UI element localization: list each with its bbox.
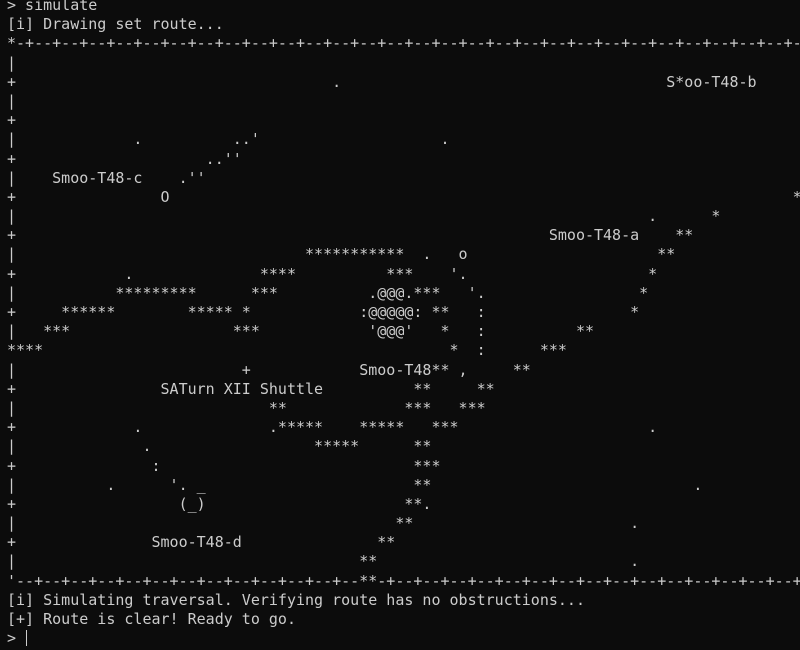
route-map: *-+--+--+--+--+--+--+--+--+--+--+--+--+-… xyxy=(7,34,800,590)
map-line: + : *** + xyxy=(7,456,441,475)
map-line: + . **** *** '. * + xyxy=(7,264,658,283)
status-simulating: [i] Simulating traversal. Verifying rout… xyxy=(7,590,585,609)
map-line: **** * : *** + xyxy=(7,341,567,360)
map-line: | ** . | xyxy=(7,552,640,571)
map-line: + SATurn XII Shuttle ** ** + xyxy=(7,379,495,398)
map-line: + Smoo-T48-a ** : + xyxy=(7,226,694,245)
map-line: | . * : | xyxy=(7,207,721,226)
input-prompt-line[interactable]: > xyxy=(7,629,800,648)
map-line: | ** . | xyxy=(7,514,640,533)
map-line: '--+--+--+--+--+--+--+--+--+--+--+--+--*… xyxy=(7,571,800,590)
map-line: + . .***** ***** *** . + xyxy=(7,418,658,437)
prompt-symbol: > xyxy=(7,629,26,648)
map-line: | ** *** *** | xyxy=(7,398,486,417)
map-line: | Smoo-T48-c .'' * '. | xyxy=(7,168,206,187)
terminal-window[interactable]: > simulate [i] Drawing set route... *-+-… xyxy=(0,0,800,650)
status-route-clear: [+] Route is clear! Ready to go. xyxy=(7,610,296,628)
map-line: + *_.{_}' + xyxy=(7,111,17,130)
map-line: | *** *** '@@@' * : ** . | xyxy=(7,322,594,341)
map-line: | . ***** ** | xyxy=(7,437,432,456)
map-line: + Smoo-T48-d ** + xyxy=(7,533,396,552)
map-line: | *********** . o ** ' | xyxy=(7,245,676,264)
map-line: | * _ _ | xyxy=(7,91,17,110)
map-line: + (_) **. + xyxy=(7,494,432,513)
command-line: > simulate xyxy=(7,0,98,14)
text-cursor xyxy=(26,630,28,647)
map-line: | + Smoo-T48** , ** | xyxy=(7,360,531,379)
map-line: | . '. _ ** . | xyxy=(7,475,703,494)
map-line: | . ..' . * '. | xyxy=(7,130,450,149)
map-line: *-+--+--+--+--+--+--+--+--+--+--+--+--+-… xyxy=(7,34,800,53)
map-line: | * | xyxy=(7,53,17,72)
map-line: + . S*oo-T48-b + xyxy=(7,72,800,91)
status-drawing-route: [i] Drawing set route... xyxy=(7,15,224,34)
map-line: + ****** ***** * :@@@@@: ** : * + xyxy=(7,303,640,321)
map-line: + ..'' * '. + xyxy=(7,149,242,168)
map-line: + O ** : + xyxy=(7,187,800,206)
map-line: | ********* *** .@@@.*** '. * | xyxy=(7,283,649,302)
